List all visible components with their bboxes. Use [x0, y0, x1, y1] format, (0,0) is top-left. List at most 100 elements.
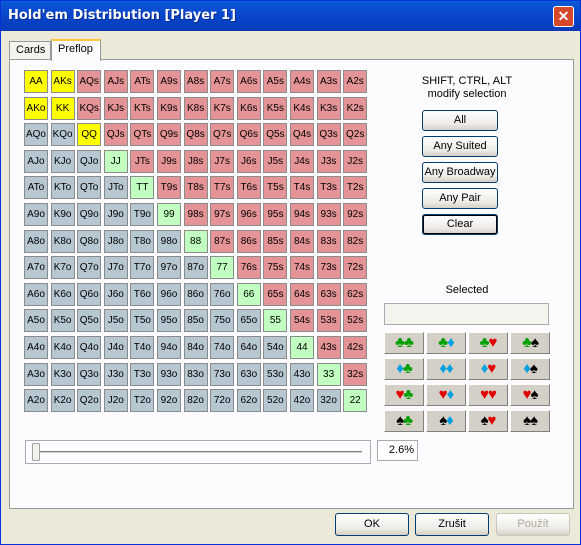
- hand-cell[interactable]: 92o: [157, 389, 181, 413]
- hand-cell[interactable]: A4o: [24, 336, 48, 359]
- hand-cell[interactable]: J8s: [183, 149, 208, 173]
- hand-cell[interactable]: Q8o: [77, 229, 102, 253]
- tab-preflop[interactable]: Preflop: [51, 39, 101, 61]
- hand-cell[interactable]: Q8s: [183, 123, 208, 147]
- hand-cell[interactable]: 42s: [343, 336, 368, 359]
- hand-cell[interactable]: 84s: [290, 229, 314, 253]
- hand-cell[interactable]: T6s: [236, 176, 261, 200]
- hand-cell[interactable]: 32s: [343, 362, 368, 386]
- slider-thumb[interactable]: [32, 443, 40, 461]
- hand-cell[interactable]: KK: [50, 96, 75, 120]
- hand-cell[interactable]: Q5s: [263, 123, 288, 147]
- hand-cell[interactable]: J7s: [210, 149, 235, 173]
- hand-cell[interactable]: ATo: [24, 176, 48, 200]
- range-slider[interactable]: [25, 440, 371, 464]
- clear-button[interactable]: Clear: [422, 214, 498, 235]
- hand-cell[interactable]: 62s: [343, 282, 368, 306]
- hand-cell[interactable]: 22: [343, 389, 368, 413]
- hand-cell[interactable]: 53o: [263, 362, 288, 386]
- hand-cell[interactable]: A7o: [24, 256, 48, 280]
- hand-cell[interactable]: JTs: [130, 149, 155, 173]
- hand-cell[interactable]: K3s: [316, 96, 341, 120]
- hand-cell[interactable]: T9o: [130, 203, 155, 226]
- hand-cell[interactable]: Q7s: [210, 123, 235, 147]
- hand-cell[interactable]: 63o: [236, 362, 261, 386]
- any-suited-button[interactable]: Any Suited: [422, 136, 498, 157]
- suit-combo-cell[interactable]: ♠♦: [426, 410, 466, 432]
- hand-cell[interactable]: 75s: [263, 256, 288, 280]
- suit-combo-cell[interactable]: ♦♣: [384, 358, 424, 380]
- hand-cell[interactable]: K4s: [290, 96, 314, 120]
- hand-cell[interactable]: 85o: [183, 309, 208, 333]
- hand-cell[interactable]: 55: [263, 309, 288, 333]
- close-icon[interactable]: ✕: [553, 6, 574, 27]
- hand-cell[interactable]: 86o: [183, 282, 208, 306]
- hand-cell[interactable]: T2s: [343, 176, 368, 200]
- hand-cell[interactable]: J8o: [103, 229, 128, 253]
- hand-cell[interactable]: 65s: [263, 282, 288, 306]
- hand-cell[interactable]: JJ: [103, 149, 128, 173]
- suit-combo-cell[interactable]: ♣♥: [468, 332, 508, 354]
- hand-cell[interactable]: A2s: [343, 70, 368, 93]
- hand-cell[interactable]: Q7o: [77, 256, 102, 280]
- hand-cell[interactable]: KTs: [130, 96, 155, 120]
- hand-cell[interactable]: A5o: [24, 309, 48, 333]
- hand-cell[interactable]: J7o: [103, 256, 128, 280]
- hand-cell[interactable]: Q2o: [77, 389, 102, 413]
- hand-cell[interactable]: A3o: [24, 362, 48, 386]
- hand-cell[interactable]: QTs: [130, 123, 155, 147]
- tab-cards[interactable]: Cards: [9, 41, 51, 60]
- suit-combo-cell[interactable]: ♠♣: [384, 410, 424, 432]
- hand-cell[interactable]: A5s: [263, 70, 288, 93]
- hand-cell[interactable]: KQo: [50, 123, 75, 147]
- hand-cell[interactable]: 96o: [157, 282, 181, 306]
- cancel-button[interactable]: Zrušit: [415, 513, 489, 536]
- suit-combo-cell[interactable]: ♠♥: [468, 410, 508, 432]
- hand-cell[interactable]: 33: [316, 362, 341, 386]
- hand-cell[interactable]: K6o: [50, 282, 75, 306]
- hand-cell[interactable]: 76o: [210, 282, 235, 306]
- hand-cell[interactable]: 65o: [236, 309, 261, 333]
- hand-cell[interactable]: 54s: [290, 309, 314, 333]
- any-broadway-button[interactable]: Any Broadway: [422, 162, 498, 183]
- hand-cell[interactable]: J4s: [290, 149, 314, 173]
- hand-cell[interactable]: KTo: [50, 176, 75, 200]
- hand-cell[interactable]: J3o: [103, 362, 128, 386]
- hand-cell[interactable]: K4o: [50, 336, 75, 359]
- hand-cell[interactable]: Q9o: [77, 203, 102, 226]
- hand-cell[interactable]: J2s: [343, 149, 368, 173]
- hand-cell[interactable]: T4s: [290, 176, 314, 200]
- hand-cell[interactable]: AQs: [77, 70, 102, 93]
- hand-cell[interactable]: 62o: [236, 389, 261, 413]
- hand-cell[interactable]: K3o: [50, 362, 75, 386]
- hand-cell[interactable]: 74s: [290, 256, 314, 280]
- hand-cell[interactable]: AKo: [24, 96, 48, 120]
- hand-cell[interactable]: K6s: [236, 96, 261, 120]
- hand-cell[interactable]: T6o: [130, 282, 155, 306]
- hand-cell[interactable]: AJs: [103, 70, 128, 93]
- hand-cell[interactable]: 44: [290, 336, 314, 359]
- hand-cell[interactable]: 52o: [263, 389, 288, 413]
- hand-cell[interactable]: T8o: [130, 229, 155, 253]
- hand-cell[interactable]: 64o: [236, 336, 261, 359]
- hand-cell[interactable]: 98s: [183, 203, 208, 226]
- ok-button[interactable]: OK: [335, 513, 409, 536]
- hand-cell[interactable]: T8s: [183, 176, 208, 200]
- hand-cell[interactable]: Q3o: [77, 362, 102, 386]
- hand-cell[interactable]: 87s: [210, 229, 235, 253]
- hand-cell[interactable]: 72o: [210, 389, 235, 413]
- hand-cell[interactable]: K8s: [183, 96, 208, 120]
- hand-cell[interactable]: T3s: [316, 176, 341, 200]
- hand-cell[interactable]: 94o: [157, 336, 181, 359]
- suit-combo-cell[interactable]: ♥♣: [384, 384, 424, 406]
- hand-cell[interactable]: Q4s: [290, 123, 314, 147]
- hand-cell[interactable]: 82o: [183, 389, 208, 413]
- hand-cell[interactable]: 66: [236, 282, 261, 306]
- hand-cell[interactable]: J9s: [157, 149, 181, 173]
- hand-cell[interactable]: J6o: [103, 282, 128, 306]
- suit-combo-cell[interactable]: ♦♠: [510, 358, 550, 380]
- hand-cell[interactable]: 64s: [290, 282, 314, 306]
- hand-cell[interactable]: 95o: [157, 309, 181, 333]
- hand-cell[interactable]: K8o: [50, 229, 75, 253]
- hand-cell[interactable]: K5s: [263, 96, 288, 120]
